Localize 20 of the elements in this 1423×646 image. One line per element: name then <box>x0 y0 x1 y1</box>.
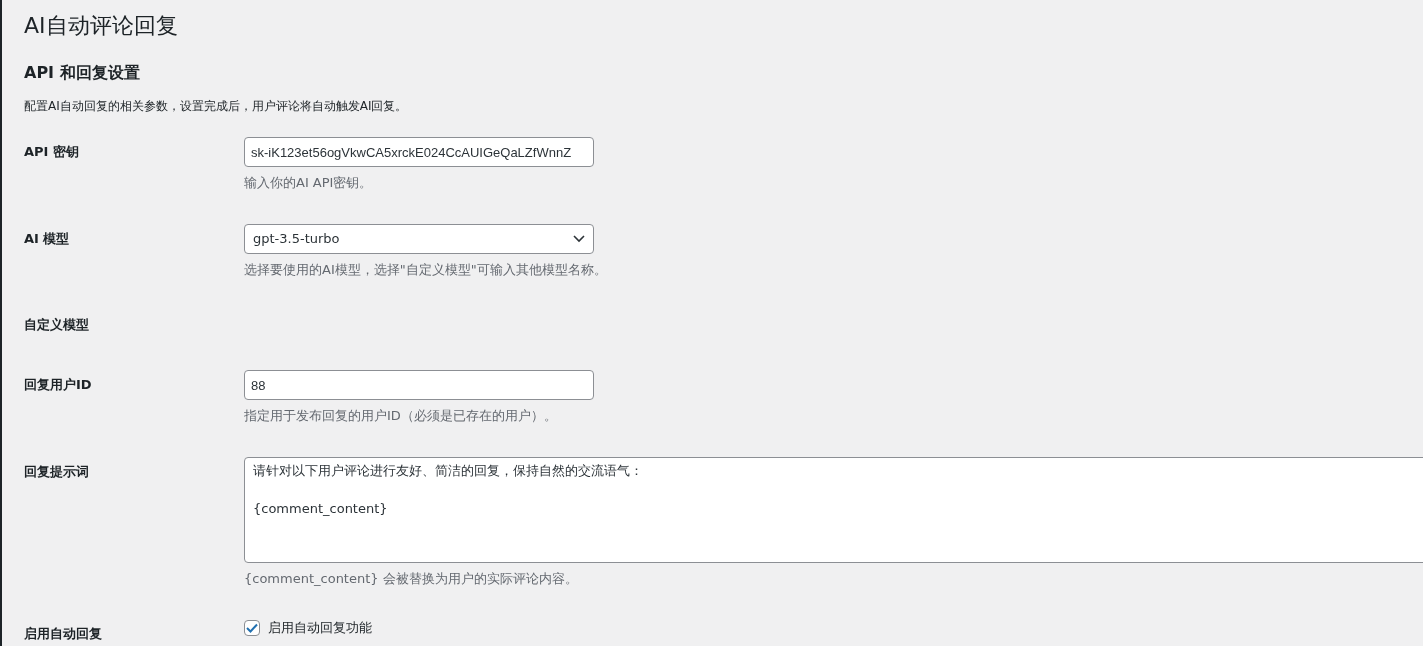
text-field[interactable]: 88 <box>244 370 594 401</box>
field-label: 启用自动回复 <box>24 625 102 644</box>
chevron-down-icon <box>573 234 585 243</box>
prompt-textarea[interactable]: 请针对以下用户评论进行友好、简洁的回复，保持自然的交流语气： {comment_content} <box>244 456 1423 563</box>
checkbox-label: 启用自动回复功能 <box>268 619 372 638</box>
field-label: 回复用户ID <box>24 376 92 395</box>
field-label: 自定义模型 <box>24 316 89 335</box>
section-description: 配置AI自动回复的相关参数，设置完成后，用户评论将自动触发AI回复。 <box>24 98 409 116</box>
help-text: {comment_content} 会被替换为用户的实际评论内容。 <box>244 569 579 588</box>
field-label: AI 模型 <box>24 229 70 248</box>
checkbox[interactable] <box>244 620 260 637</box>
field-label: 回复提示词 <box>24 462 89 481</box>
help-text: 选择要使用的AI模型，选择"自定义模型"可输入其他模型名称。 <box>244 260 608 279</box>
text-field[interactable]: sk-iK123et56ogVkwCA5xrckE024CcAUIGeQaLZfWnnZ <box>244 137 594 168</box>
page-title: AI自动评论回复 <box>24 12 179 40</box>
section-heading: API 和回复设置 <box>24 62 141 84</box>
help-text: 指定用于发布回复的用户ID（必须是已存在的用户）。 <box>244 407 558 426</box>
help-text: 输入你的AI API密钥。 <box>244 174 374 193</box>
field-label: API 密钥 <box>24 143 79 162</box>
model-dropdown[interactable]: gpt-3.5-turbo <box>244 223 594 254</box>
